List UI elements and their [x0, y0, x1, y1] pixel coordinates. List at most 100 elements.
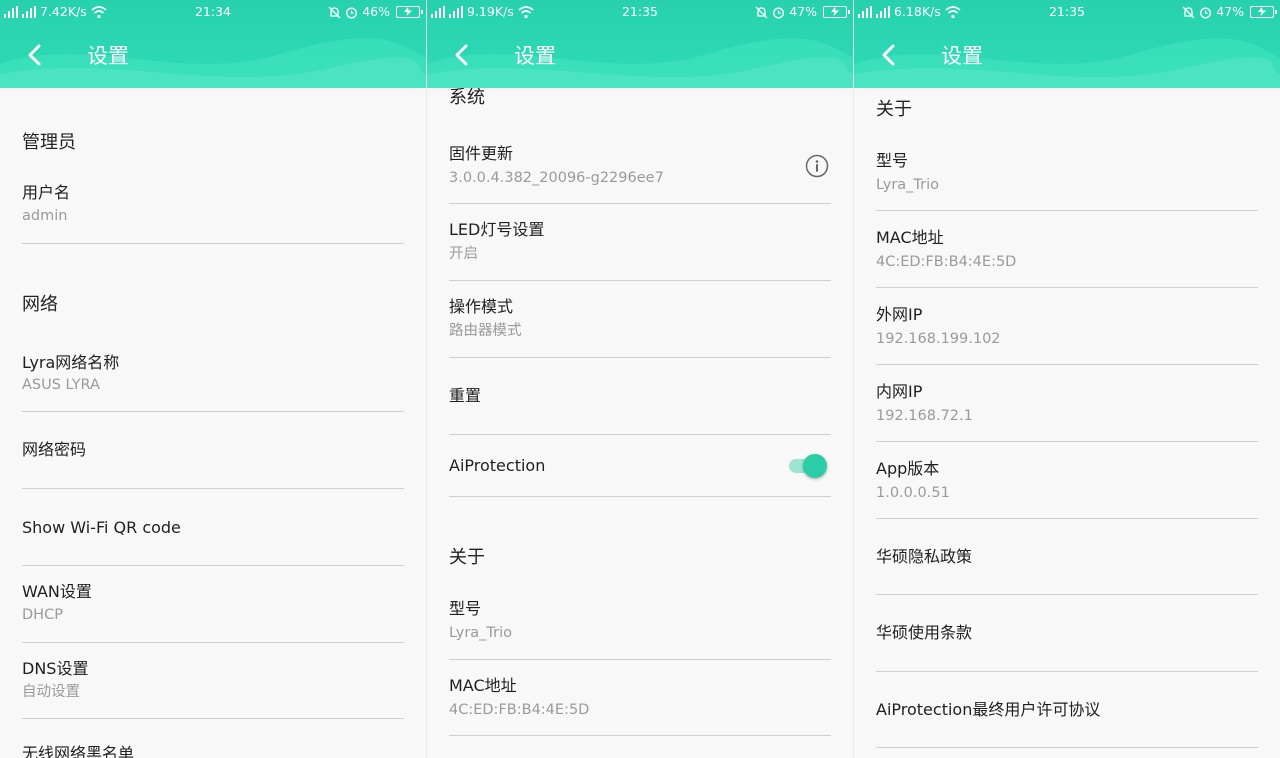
battery-percent: 47% — [1216, 4, 1244, 19]
setting-wifi-qr-code[interactable]: Show Wi-Fi QR code — [22, 489, 404, 566]
setting-value: 自动设置 — [22, 684, 80, 700]
setting-operation-mode[interactable]: 操作模式 路由器模式 — [449, 281, 831, 358]
status-bar: 6.18K/s 21:35 47% — [854, 0, 1280, 24]
settings-list: 系统 固件更新 3.0.0.4.382_20096-g2296ee7 LED灯号… — [427, 88, 853, 758]
app-header: 7.42K/s 21:34 46% 设置 — [0, 0, 426, 88]
settings-screen-1: 7.42K/s 21:34 46% 设置 管理员 用户名 admin 网络 Ly… — [0, 0, 426, 758]
status-bar: 7.42K/s 21:34 46% — [0, 0, 426, 24]
section-header-network: 网络 — [22, 294, 58, 315]
setting-value: 192.168.199.102 — [876, 331, 1001, 347]
mute-bell-icon — [1182, 6, 1195, 18]
setting-label: 华硕使用条款 — [876, 623, 973, 642]
battery-charging-icon — [823, 6, 850, 18]
setting-label: AiProtection最终用户许可协议 — [876, 700, 1101, 719]
alarm-icon — [1200, 7, 1212, 18]
battery-charging-icon — [396, 6, 423, 18]
setting-value: ASUS LYRA — [22, 377, 100, 393]
setting-model[interactable]: 型号 Lyra_Trio — [876, 135, 1258, 211]
setting-label: 操作模式 — [449, 297, 514, 316]
setting-label: Show Wi-Fi QR code — [22, 518, 181, 537]
setting-wireless-blacklist[interactable]: 无线网络黑名单 — [22, 719, 404, 758]
setting-value: 4C:ED:FB:B4:4E:5D — [876, 254, 1017, 270]
setting-lan-ip[interactable]: 内网IP 192.168.72.1 — [876, 365, 1258, 442]
setting-app-version[interactable]: App版本 1.0.0.0.51 — [876, 442, 1258, 519]
mute-bell-icon — [328, 6, 341, 18]
setting-label: 外网IP — [876, 305, 923, 324]
setting-wan[interactable]: WAN设置 DHCP — [22, 566, 404, 643]
setting-label: 固件更新 — [449, 144, 514, 163]
setting-label: Lyra网络名称 — [22, 353, 120, 372]
back-arrow-icon[interactable] — [451, 42, 473, 68]
setting-label: 无线网络黑名单 — [22, 744, 135, 758]
setting-dns[interactable]: DNS设置 自动设置 — [22, 643, 404, 719]
setting-label: LED灯号设置 — [449, 220, 545, 239]
setting-reset[interactable]: 重置 — [449, 358, 831, 435]
settings-screen-3: 6.18K/s 21:35 47% 设置 关于 型号 Lyra_Trio MAC… — [854, 0, 1280, 758]
setting-label: DNS设置 — [22, 659, 89, 678]
divider — [876, 746, 1258, 748]
setting-lyra-network-name[interactable]: Lyra网络名称 ASUS LYRA — [22, 344, 404, 412]
setting-username[interactable]: 用户名 admin — [22, 174, 404, 244]
toggle-knob — [803, 454, 827, 478]
setting-model[interactable]: 型号 Lyra_Trio — [449, 588, 831, 660]
header-wave-decoration — [854, 38, 1280, 88]
setting-label: App版本 — [876, 459, 940, 478]
settings-list: 关于 型号 Lyra_Trio MAC地址 4C:ED:FB:B4:4E:5D … — [854, 88, 1280, 758]
setting-value: 192.168.72.1 — [876, 408, 973, 424]
settings-screen-2: 9.19K/s 21:35 47% 设置 系统 固件更新 3.0.0.4.382… — [427, 0, 853, 758]
setting-value: admin — [22, 208, 68, 224]
setting-mac-address[interactable]: MAC地址 4C:ED:FB:B4:4E:5D — [449, 660, 831, 736]
app-header: 6.18K/s 21:35 47% 设置 — [854, 0, 1280, 88]
aiprotection-toggle[interactable] — [787, 451, 827, 479]
setting-terms-of-use[interactable]: 华硕使用条款 — [876, 595, 1258, 672]
setting-firmware-update[interactable]: 固件更新 3.0.0.4.382_20096-g2296ee7 — [449, 128, 831, 204]
back-arrow-icon[interactable] — [24, 42, 46, 68]
setting-label: 内网IP — [876, 382, 923, 401]
setting-aiprotection-eula[interactable]: AiProtection最终用户许可协议 — [876, 672, 1258, 748]
section-header-system: 系统 — [449, 88, 485, 108]
setting-wan-ip[interactable]: 外网IP 192.168.199.102 — [876, 288, 1258, 365]
info-icon[interactable] — [805, 154, 829, 178]
section-header-about: 关于 — [876, 99, 912, 120]
battery-percent: 46% — [362, 4, 390, 19]
section-header-about: 关于 — [449, 547, 485, 568]
setting-value: Lyra_Trio — [449, 625, 513, 641]
divider — [22, 242, 404, 244]
setting-value: Lyra_Trio — [876, 177, 940, 193]
setting-label: 重置 — [449, 386, 482, 405]
setting-value: 4C:ED:FB:B4:4E:5D — [449, 702, 590, 718]
battery-charging-icon — [1250, 6, 1277, 18]
setting-label: MAC地址 — [449, 676, 517, 695]
setting-value: 1.0.0.0.51 — [876, 485, 950, 501]
setting-label: 型号 — [876, 151, 909, 170]
setting-aiprotection[interactable]: AiProtection — [449, 435, 831, 497]
setting-label: WAN设置 — [22, 582, 92, 601]
setting-network-password[interactable]: 网络密码 — [22, 412, 404, 489]
divider — [449, 495, 831, 497]
back-arrow-icon[interactable] — [878, 42, 900, 68]
page-title: 设置 — [514, 44, 556, 68]
setting-value: 3.0.0.4.382_20096-g2296ee7 — [449, 170, 664, 186]
setting-label: MAC地址 — [876, 228, 944, 247]
section-header-admin: 管理员 — [22, 132, 76, 153]
alarm-icon — [773, 7, 785, 18]
status-bar: 9.19K/s 21:35 47% — [427, 0, 853, 24]
setting-label: 型号 — [449, 599, 482, 618]
setting-privacy-policy[interactable]: 华硕隐私政策 — [876, 519, 1258, 595]
setting-label: 网络密码 — [22, 440, 87, 459]
setting-mac-address[interactable]: MAC地址 4C:ED:FB:B4:4E:5D — [876, 211, 1258, 288]
header-wave-decoration — [0, 38, 426, 88]
setting-label: 用户名 — [22, 183, 71, 202]
setting-label: AiProtection — [449, 456, 546, 475]
setting-value: 路由器模式 — [449, 323, 522, 339]
page-title: 设置 — [87, 44, 129, 68]
setting-led[interactable]: LED灯号设置 开启 — [449, 204, 831, 281]
page-title: 设置 — [941, 44, 983, 68]
header-wave-decoration — [427, 38, 853, 88]
setting-value: 开启 — [449, 246, 478, 262]
app-header: 9.19K/s 21:35 47% 设置 — [427, 0, 853, 88]
setting-value: DHCP — [22, 607, 63, 623]
divider — [449, 734, 831, 736]
setting-label: 华硕隐私政策 — [876, 547, 973, 566]
mute-bell-icon — [755, 6, 768, 18]
